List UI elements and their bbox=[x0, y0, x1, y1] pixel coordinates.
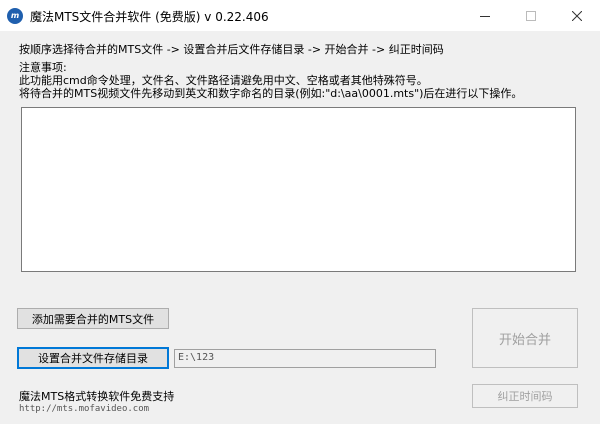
file-list-box[interactable] bbox=[21, 107, 576, 272]
close-button[interactable] bbox=[554, 0, 600, 31]
minimize-icon bbox=[480, 15, 490, 17]
minimize-button[interactable] bbox=[462, 0, 508, 31]
set-output-dir-button[interactable]: 设置合并文件存储目录 bbox=[17, 347, 169, 369]
output-path-field[interactable]: E:\123 bbox=[174, 349, 436, 368]
support-text: 魔法MTS格式转换软件免费支持 bbox=[19, 390, 175, 403]
maximize-button[interactable] bbox=[508, 0, 554, 31]
add-files-button[interactable]: 添加需要合并的MTS文件 bbox=[17, 308, 169, 329]
window-title: 魔法MTS文件合并软件 (免费版) v 0.22.406 bbox=[30, 10, 269, 24]
steps-text: 按顺序选择待合并的MTS文件 -> 设置合并后文件存储目录 -> 开始合并 ->… bbox=[19, 43, 444, 56]
title-bar: m 魔法MTS文件合并软件 (免费版) v 0.22.406 bbox=[0, 0, 600, 31]
start-merge-button[interactable]: 开始合并 bbox=[472, 308, 578, 368]
maximize-icon bbox=[526, 10, 536, 21]
fix-timecode-button[interactable]: 纠正时间码 bbox=[472, 384, 578, 408]
notice-line-2: 将待合并的MTS视频文件先移动到英文和数字命名的目录(例如:"d:\aa\000… bbox=[19, 87, 523, 100]
close-icon bbox=[572, 10, 582, 21]
website-link[interactable]: http://mts.mofavideo.com bbox=[19, 404, 149, 414]
app-icon: m bbox=[7, 8, 23, 24]
